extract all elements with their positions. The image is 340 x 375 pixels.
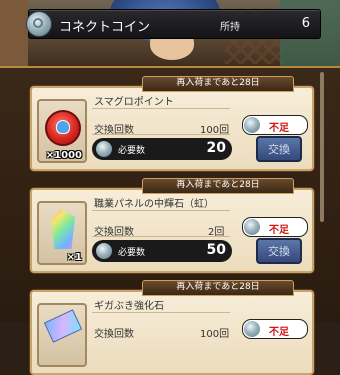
divider — [92, 210, 230, 211]
insufficient-text: 不足 — [269, 225, 289, 236]
giga-weapon-stone-icon — [43, 309, 83, 343]
exchange-count-value: 100回 — [200, 329, 230, 340]
exchange-button[interactable]: 交換 — [256, 238, 302, 264]
item-name: ギガぶき強化石 — [94, 301, 164, 312]
item-thumbnail[interactable] — [37, 303, 87, 367]
connect-coin-icon — [244, 219, 260, 235]
divider — [92, 134, 230, 135]
required-label: 必要数 — [118, 146, 146, 156]
item-thumbnail[interactable]: ×1 — [37, 201, 87, 265]
insufficient-badge: 不足 — [242, 115, 308, 135]
exchange-count-label: 交換回数 — [94, 329, 134, 340]
divider — [92, 236, 230, 237]
restock-timer-label: 再入荷まであと28日 — [142, 178, 294, 194]
smaglo-point-token-icon — [45, 110, 81, 146]
currency-header: コネクトコイン 所持 6 — [26, 9, 321, 39]
connect-coin-icon — [96, 243, 112, 259]
background-wooden-post — [0, 0, 28, 66]
connect-coin-icon — [244, 321, 260, 337]
insufficient-text: 不足 — [269, 327, 289, 338]
restock-timer-label: 再入荷まであと28日 — [142, 280, 294, 296]
required-label: 必要数 — [118, 248, 146, 258]
restock-timer-label: 再入荷まであと28日 — [142, 76, 294, 92]
item-quantity: ×1 — [66, 252, 82, 263]
exchange-item-card: 再入荷まであと28日 ×1000 スマグロポイント 交換回数 100回 必要数 … — [30, 76, 314, 171]
divider — [92, 312, 230, 313]
exchange-button[interactable]: 交換 — [256, 136, 302, 162]
connect-coin-icon — [96, 141, 112, 157]
connect-coin-icon — [244, 117, 260, 133]
insufficient-badge: 不足 — [242, 217, 308, 237]
divider — [92, 108, 230, 109]
connect-coin-icon — [26, 11, 52, 37]
insufficient-badge: 不足 — [242, 319, 308, 339]
item-thumbnail[interactable]: ×1000 — [37, 99, 87, 163]
currency-name: コネクトコイン — [59, 20, 151, 35]
required-value: 20 — [206, 140, 226, 156]
insufficient-text: 不足 — [269, 123, 289, 134]
exchange-item-card: 再入荷まであと28日 ギガぶき強化石 交換回数 100回 不足 — [30, 280, 314, 375]
item-name: スマグロポイント — [94, 97, 174, 108]
required-amount-box: 必要数 20 — [92, 138, 232, 160]
list-scrollbar[interactable] — [320, 72, 324, 222]
rainbow-crystal-icon — [51, 209, 75, 249]
owned-count: 6 — [301, 16, 310, 31]
required-value: 50 — [206, 242, 226, 258]
item-name: 職業パネルの中輝石（虹） — [94, 199, 214, 210]
item-quantity: ×1000 — [45, 150, 82, 161]
required-amount-box: 必要数 50 — [92, 240, 232, 262]
exchange-list-panel[interactable]: 再入荷まであと28日 ×1000 スマグロポイント 交換回数 100回 必要数 … — [0, 66, 340, 375]
owned-label: 所持 — [220, 22, 240, 33]
exchange-item-card: 再入荷まであと28日 ×1 職業パネルの中輝石（虹） 交換回数 2回 必要数 5… — [30, 178, 314, 273]
